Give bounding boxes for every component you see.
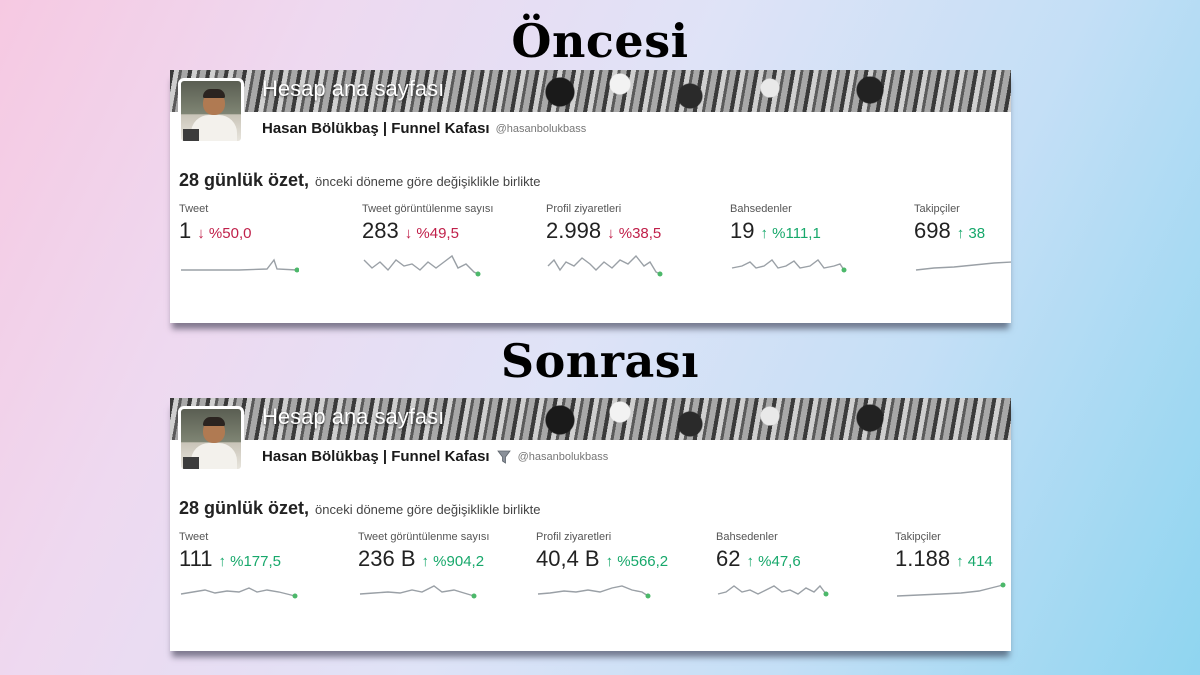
- metric-label: Tweet: [179, 531, 209, 543]
- heading-after: Sonrası: [500, 334, 700, 388]
- metric-profile-visits[interactable]: Profil ziyaretleri 40,4 B ↑ %566,2: [536, 531, 706, 600]
- metric-value: 1.188: [895, 546, 951, 571]
- metric-change: ↑ 414: [956, 553, 993, 570]
- sparkline-chart: [180, 587, 298, 599]
- metric-tweet[interactable]: Tweet 1 ↓ %50,0: [179, 203, 349, 274]
- metric-value: 698: [914, 218, 951, 243]
- banner-title: Hesap ana sayfası: [262, 404, 445, 429]
- sparkline-chart: [896, 582, 1006, 597]
- avatar[interactable]: [178, 78, 244, 144]
- metric-label: Bahsedenler: [730, 203, 792, 215]
- metric-value: 62: [716, 546, 741, 571]
- account-handle[interactable]: @hasanbolukbass: [496, 123, 587, 135]
- metric-value: 40,4 B: [536, 546, 600, 571]
- metric-label: Takipçiler: [914, 203, 960, 215]
- metric-mentions[interactable]: Bahsedenler 19 ↑ %111,1: [730, 203, 900, 274]
- sparkline-chart: [915, 261, 1011, 271]
- metric-label: Tweet: [179, 203, 209, 215]
- analytics-card-after: Hesap ana sayfası Hasan Bölükbaş | Funne…: [170, 398, 1011, 651]
- summary-heading: 28 günlük özet, önceki döneme göre değiş…: [179, 498, 540, 519]
- metric-tweet-impressions[interactable]: Tweet görüntülenme sayısı 236 B ↑ %904,2: [358, 531, 528, 600]
- account-name[interactable]: Hasan Bölükbaş | Funnel Kafası: [262, 448, 490, 465]
- metric-change: ↑ %47,6: [746, 553, 801, 570]
- metric-change: ↓ %49,5: [404, 225, 459, 242]
- summary-subtitle: önceki döneme göre değişiklikle birlikte: [315, 502, 541, 517]
- metric-label: Profil ziyaretleri: [536, 531, 612, 543]
- avatar[interactable]: [178, 406, 244, 472]
- summary-title: 28 günlük özet,: [179, 170, 310, 190]
- metric-tweet-impressions[interactable]: Tweet görüntülenme sayısı 283 ↓ %49,5: [362, 203, 532, 278]
- metric-label: Profil ziyaretleri: [546, 203, 622, 215]
- funnel-icon: [496, 450, 511, 464]
- banner-title: Hesap ana sayfası: [262, 76, 445, 101]
- metric-value: 111: [179, 546, 213, 571]
- metric-change: ↓ %50,0: [197, 225, 252, 242]
- metric-mentions[interactable]: Bahsedenler 62 ↑ %47,6: [716, 531, 886, 600]
- summary-title: 28 günlük özet,: [179, 498, 310, 518]
- metric-value: 2.998: [546, 218, 602, 243]
- metric-followers[interactable]: Takipçiler 1.188 ↑ 414: [895, 531, 1011, 600]
- metric-value: 1: [179, 218, 192, 243]
- account-row: Hasan Bölükbaş | Funnel Kafası @hasanbol…: [262, 448, 608, 465]
- sparkline-chart: [731, 259, 847, 273]
- account-name[interactable]: Hasan Bölükbaş | Funnel Kafası: [262, 120, 490, 137]
- metric-change: ↑ %111,1: [760, 225, 821, 242]
- metric-value: 19: [730, 218, 755, 243]
- metric-change: ↑ 38: [956, 225, 986, 242]
- metric-label: Takipçiler: [895, 531, 941, 543]
- summary-heading: 28 günlük özet, önceki döneme göre değiş…: [179, 170, 540, 191]
- metric-change: ↓ %38,5: [607, 225, 662, 242]
- account-handle[interactable]: @hasanbolukbass: [518, 451, 609, 463]
- metric-change: ↑ %904,2: [421, 553, 485, 570]
- sparkline-chart: [537, 585, 651, 599]
- metric-value: 236 B: [358, 546, 416, 571]
- metric-label: Tweet görüntülenme sayısı: [358, 531, 490, 543]
- metric-profile-visits[interactable]: Profil ziyaretleri 2.998 ↓ %38,5: [546, 203, 716, 278]
- sparkline-chart: [181, 258, 299, 273]
- metric-change: ↑ %177,5: [218, 553, 281, 570]
- sparkline-chart: [547, 254, 663, 277]
- metric-followers[interactable]: Takipçiler 698 ↑ 38: [914, 203, 1011, 274]
- summary-subtitle: önceki döneme göre değişiklikle birlikte: [315, 174, 541, 189]
- metric-tweet[interactable]: Tweet 111 ↑ %177,5: [179, 531, 349, 600]
- sparkline-chart: [717, 584, 829, 597]
- heading-before: Öncesi: [511, 14, 689, 68]
- analytics-card-before: Hesap ana sayfası Hasan Bölükbaş | Funne…: [170, 70, 1011, 323]
- sparkline-chart: [363, 254, 481, 277]
- account-row: Hasan Bölükbaş | Funnel Kafası @hasanbol…: [262, 120, 586, 137]
- metric-change: ↑ %566,2: [605, 553, 669, 570]
- metric-value: 283: [362, 218, 399, 243]
- sparkline-chart: [359, 585, 477, 599]
- metric-label: Tweet görüntülenme sayısı: [362, 203, 494, 215]
- metric-label: Bahsedenler: [716, 531, 778, 543]
